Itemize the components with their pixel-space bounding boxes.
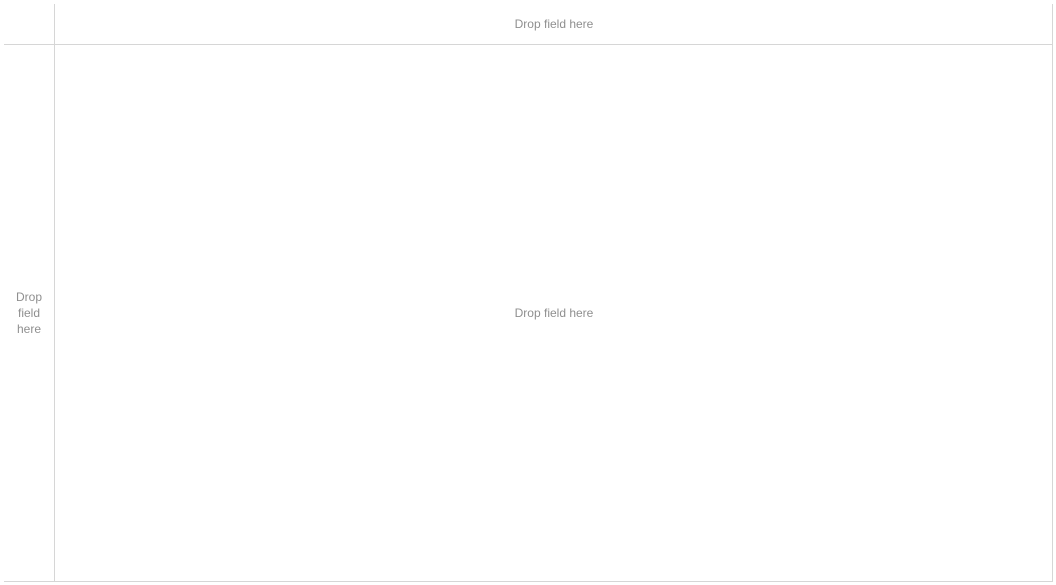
rows-drop-zone[interactable]: Drop field here <box>4 45 54 581</box>
view-drop-label: Drop field here <box>514 306 594 320</box>
rows-drop-label: Drop field here <box>15 290 42 336</box>
bottom-border <box>4 581 1053 582</box>
columns-drop-label: Drop field here <box>514 17 594 31</box>
view-drop-zone[interactable]: Drop field here <box>55 45 1053 581</box>
worksheet-canvas: Drop field here Drop field here Drop fie… <box>0 0 1056 585</box>
columns-drop-zone[interactable]: Drop field here <box>55 4 1053 44</box>
